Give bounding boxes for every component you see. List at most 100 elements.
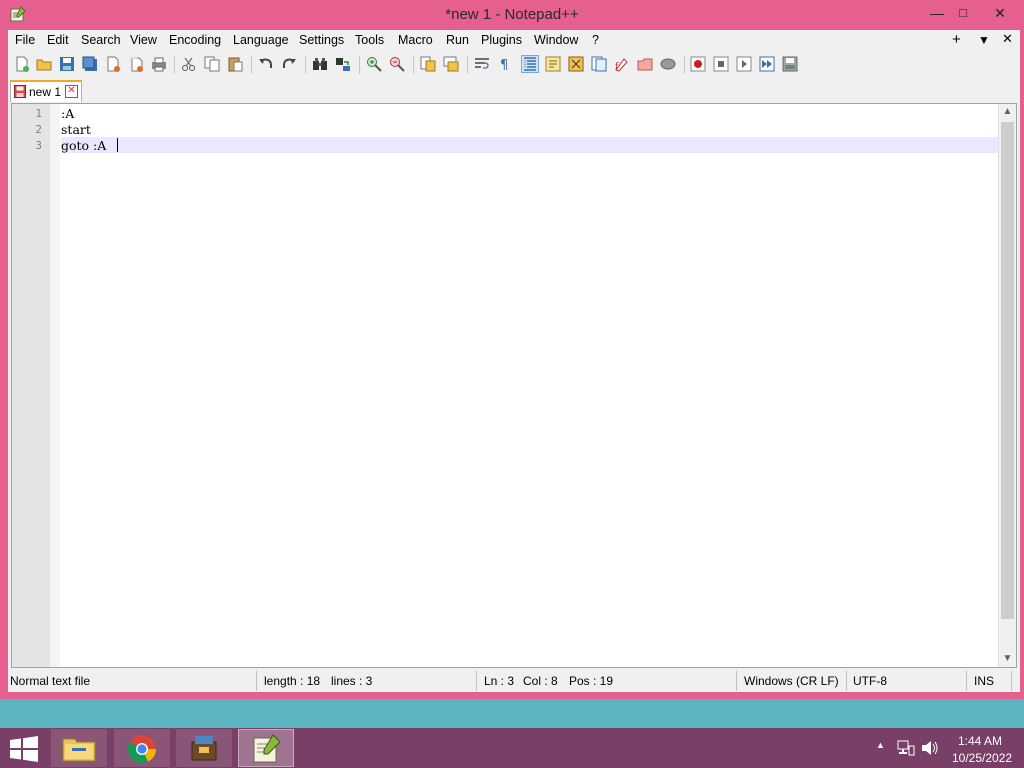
document-map-icon[interactable] (568, 56, 584, 72)
copy-icon[interactable] (204, 56, 220, 72)
menu-plugins[interactable]: Plugins (481, 33, 522, 47)
run-macro-multiple-icon[interactable] (759, 56, 775, 72)
taskbar-chrome[interactable] (114, 729, 170, 767)
window-title: *new 1 - Notepad++ (445, 6, 579, 23)
status-divider (846, 671, 847, 691)
status-line-number: Ln : 3 (484, 674, 515, 688)
chrome-icon (128, 735, 156, 763)
tab-new-1[interactable]: new 1 ✕ (10, 80, 82, 102)
status-encoding[interactable]: UTF-8 (853, 674, 887, 688)
toolbar-separator (359, 56, 360, 74)
status-divider (476, 671, 477, 691)
code-line[interactable]: :A (61, 106, 74, 121)
redo-icon[interactable] (281, 56, 297, 72)
replace-icon[interactable] (335, 56, 351, 72)
sync-horizontal-icon[interactable] (443, 56, 459, 72)
status-divider (1011, 671, 1012, 691)
toolbar-separator (467, 56, 468, 74)
close-document-icon[interactable]: ✕ (1002, 31, 1013, 47)
zoom-out-icon[interactable] (389, 56, 405, 72)
notepadpp-window: *new 1 - Notepad++ — □ ✕ File Edit Searc… (0, 0, 1024, 699)
taskbar-file-explorer[interactable] (51, 729, 107, 767)
monitoring-icon[interactable] (660, 56, 676, 72)
folder-as-workspace-icon[interactable]: f (614, 56, 630, 72)
clock-date[interactable]: 10/25/2022 (952, 751, 1012, 765)
show-hidden-icons-arrow[interactable]: ▲ (876, 740, 885, 750)
user-defined-language-icon[interactable] (545, 56, 561, 72)
vertical-scrollbar[interactable]: ▲ ▼ (998, 104, 1016, 667)
unsaved-file-icon (14, 85, 26, 98)
status-file-type: Normal text file (10, 674, 91, 688)
toolbar-separator (413, 56, 414, 74)
playback-macro-icon[interactable] (736, 56, 752, 72)
show-all-characters-icon[interactable]: ¶ (497, 56, 513, 72)
record-macro-icon[interactable] (690, 56, 706, 72)
status-length: length : 18 (264, 674, 321, 688)
title-bar[interactable]: *new 1 - Notepad++ — □ ✕ (0, 0, 1024, 30)
tab-close-icon[interactable]: ✕ (65, 85, 78, 98)
fold-margin[interactable] (50, 104, 60, 667)
code-line[interactable]: goto :A (61, 138, 106, 153)
menu-settings[interactable]: Settings (299, 33, 344, 47)
current-line-highlight (61, 137, 999, 153)
clock-time[interactable]: 1:44 AM (958, 734, 1002, 748)
scroll-down-arrow-icon[interactable]: ▼ (999, 651, 1016, 667)
menu-file[interactable]: File (15, 33, 35, 47)
menu-tools[interactable]: Tools (355, 33, 384, 47)
open-folder-icon[interactable] (637, 56, 653, 72)
cut-icon[interactable] (181, 56, 197, 72)
print-icon[interactable] (151, 56, 167, 72)
word-wrap-icon[interactable] (474, 56, 490, 72)
menu-help[interactable]: ? (592, 33, 599, 47)
status-divider (966, 671, 967, 691)
status-insert-mode[interactable]: INS (974, 674, 994, 688)
menu-macro[interactable]: Macro (398, 33, 433, 47)
find-icon[interactable] (312, 56, 328, 72)
client-area: File Edit Search View Encoding Language … (8, 30, 1020, 692)
new-file-icon[interactable] (14, 56, 30, 72)
indent-guide-icon[interactable] (521, 55, 539, 73)
network-icon[interactable] (897, 740, 915, 756)
menu-view[interactable]: View (130, 33, 157, 47)
new-tab-icon[interactable]: + (952, 31, 961, 48)
status-column: Col : 8 (523, 674, 558, 688)
line-number: 1 (35, 107, 42, 120)
close-file-icon[interactable] (105, 56, 121, 72)
scroll-up-arrow-icon[interactable]: ▲ (999, 104, 1016, 120)
toolbar-separator (174, 56, 175, 74)
taskbar-notepadpp[interactable] (238, 729, 294, 767)
editor-area[interactable]: 1 2 3 :A start goto :A ▲ ▼ (11, 103, 1017, 668)
taskbar-archive-app[interactable] (176, 729, 232, 767)
stop-recording-icon[interactable] (713, 56, 729, 72)
scrollbar-thumb[interactable] (1001, 122, 1014, 619)
status-eol-format[interactable]: Windows (CR LF) (744, 674, 839, 688)
start-button-icon[interactable] (9, 736, 39, 762)
close-all-icon[interactable] (128, 56, 144, 72)
notepadpp-taskbar-icon (253, 734, 281, 763)
zoom-in-icon[interactable] (366, 56, 382, 72)
paste-icon[interactable] (227, 56, 243, 72)
menu-search[interactable]: Search (81, 33, 121, 47)
menu-encoding[interactable]: Encoding (169, 33, 221, 47)
save-icon[interactable] (59, 56, 75, 72)
svg-text:¶: ¶ (500, 58, 508, 72)
menu-run[interactable]: Run (446, 33, 469, 47)
maximize-button[interactable]: □ (948, 2, 978, 24)
sync-vertical-icon[interactable] (420, 56, 436, 72)
code-line[interactable]: start (61, 122, 91, 137)
menu-language[interactable]: Language (233, 33, 289, 47)
toolbar: ¶ f (8, 52, 1020, 78)
undo-icon[interactable] (258, 56, 274, 72)
tab-list-icon[interactable]: ▼ (978, 33, 990, 47)
line-number: 3 (35, 139, 42, 152)
volume-icon[interactable] (921, 740, 939, 756)
save-all-icon[interactable] (82, 56, 98, 72)
save-macro-icon[interactable] (782, 56, 798, 72)
menu-window[interactable]: Window (534, 33, 578, 47)
close-button[interactable]: ✕ (985, 2, 1015, 24)
text-caret (117, 138, 118, 152)
function-list-icon[interactable] (591, 56, 607, 72)
menu-edit[interactable]: Edit (47, 33, 69, 47)
open-file-icon[interactable] (36, 56, 52, 72)
toolbar-separator (684, 56, 685, 74)
